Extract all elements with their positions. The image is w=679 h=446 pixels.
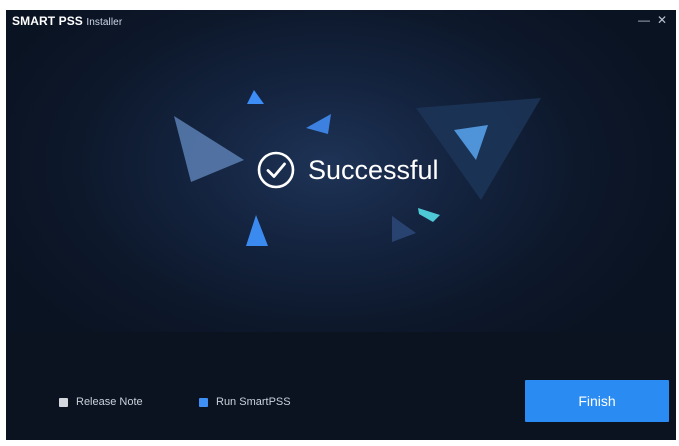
close-icon[interactable]: ✕ xyxy=(654,12,670,28)
status-message: Successful xyxy=(256,148,439,192)
decor-sliver-cyan xyxy=(418,208,440,222)
window-title: SMART PSS Installer xyxy=(12,13,122,31)
release-note-checkbox-box[interactable] xyxy=(59,397,68,407)
decor-triangle-bottom-mid xyxy=(392,216,416,242)
installer-window: SMART PSS Installer — ✕ Successful Relea… xyxy=(6,10,676,440)
window-title-brand: SMART PSS xyxy=(12,14,83,28)
finish-button[interactable]: Finish xyxy=(525,380,669,422)
decor-triangle-bottom-left xyxy=(246,215,268,246)
footer-bar: Release Note Run SmartPSS Finish xyxy=(6,332,676,440)
check-circle-icon xyxy=(257,151,295,189)
decor-triangle-mid-top xyxy=(306,114,331,134)
window-title-suffix: Installer xyxy=(86,17,123,28)
decor-triangle-large-left xyxy=(174,116,244,182)
release-note-checkbox[interactable]: Release Note xyxy=(59,394,143,410)
status-text: Successful xyxy=(308,155,439,185)
run-smartpss-checkbox-box[interactable] xyxy=(199,397,208,407)
minimize-icon[interactable]: — xyxy=(636,12,652,28)
release-note-label[interactable]: Release Note xyxy=(76,394,143,410)
run-smartpss-checkbox[interactable]: Run SmartPSS xyxy=(199,394,291,410)
decor-triangle-small-top xyxy=(247,90,264,104)
title-bar: SMART PSS Installer — ✕ xyxy=(6,10,676,32)
hero-area: SMART PSS Installer — ✕ Successful xyxy=(6,10,676,332)
run-smartpss-label[interactable]: Run SmartPSS xyxy=(216,394,291,410)
